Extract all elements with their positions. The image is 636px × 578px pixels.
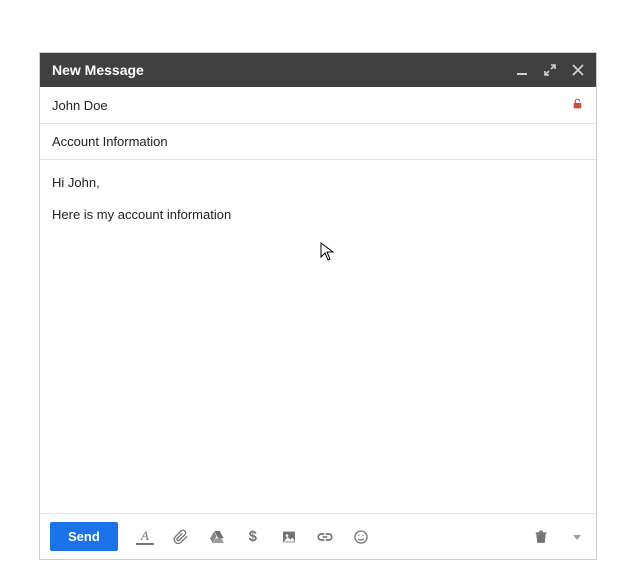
compose-title: New Message	[52, 62, 514, 78]
money-icon[interactable]: $	[244, 528, 262, 546]
minimize-icon[interactable]	[514, 62, 530, 78]
link-icon[interactable]	[316, 528, 334, 546]
trash-icon[interactable]	[532, 528, 550, 546]
drive-icon[interactable]	[208, 528, 226, 546]
image-icon[interactable]	[280, 528, 298, 546]
body-line: Here is my account information	[52, 206, 584, 224]
subject-field[interactable]: Account Information	[40, 124, 596, 160]
formatting-icon[interactable]: A	[136, 529, 154, 545]
expand-icon[interactable]	[542, 62, 558, 78]
lock-icon[interactable]	[571, 97, 584, 113]
send-button[interactable]: Send	[50, 522, 118, 551]
window-controls	[514, 62, 586, 78]
subject-value: Account Information	[52, 134, 168, 149]
cursor-icon	[320, 242, 336, 267]
compose-toolbar: Send A $	[40, 513, 596, 559]
attachment-icon[interactable]	[172, 528, 190, 546]
compose-titlebar[interactable]: New Message	[40, 53, 596, 87]
close-icon[interactable]	[570, 62, 586, 78]
emoji-icon[interactable]	[352, 528, 370, 546]
body-line: Hi John,	[52, 174, 584, 192]
recipient-value: John Doe	[52, 98, 108, 113]
compose-window: New Message John Doe	[39, 52, 597, 560]
message-body[interactable]: Hi John, Here is my account information	[40, 160, 596, 513]
more-options-icon[interactable]	[568, 528, 586, 546]
recipient-field[interactable]: John Doe	[40, 87, 596, 124]
